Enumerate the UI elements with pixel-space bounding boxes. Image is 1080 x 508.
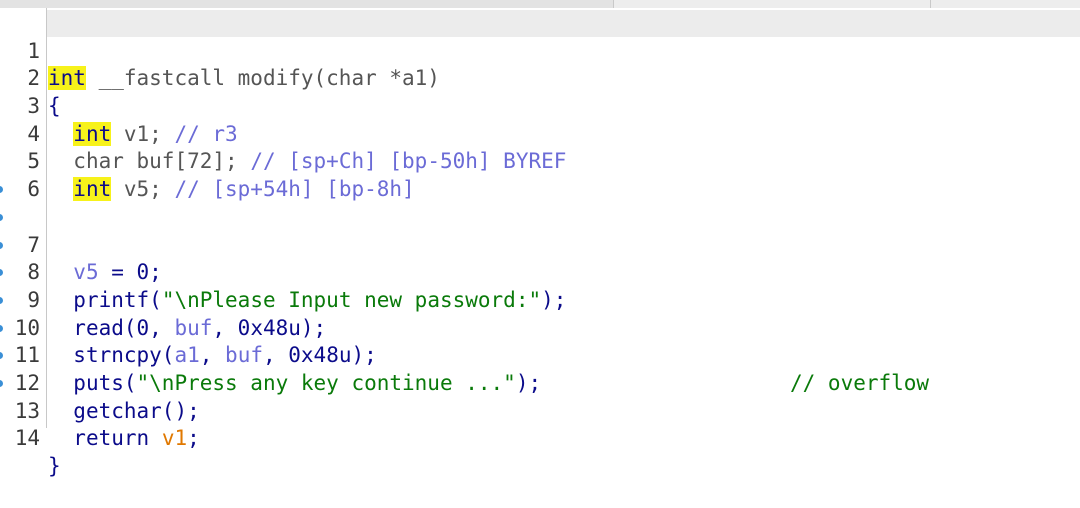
breakpoint-marker[interactable]	[0, 186, 3, 194]
breakpoint-marker[interactable]	[0, 379, 3, 387]
tab-active[interactable]	[0, 0, 614, 8]
code-line[interactable]: 1 int __fastcall modify(char *a1)	[0, 10, 1080, 91]
code-line[interactable]: 6	[0, 148, 1080, 201]
code-line[interactable]: 7 v5 = 0;	[0, 176, 1080, 284]
code-line[interactable]: 13 return v1;	[0, 342, 1080, 450]
statement-end: ;	[187, 426, 200, 451]
code-line[interactable]: 4 char buf[72]; // [sp+Ch] [bp-50h] BYRE…	[0, 93, 1080, 174]
code-line[interactable]: 8 printf("\nPlease Input new password:")…	[0, 204, 1080, 312]
code-line[interactable]: 3 int v1; // r3	[0, 65, 1080, 146]
code-line[interactable]: 11 puts("\nPress any key continue ...");	[0, 287, 1080, 395]
code-line[interactable]: 10 strncpy(a1, buf, 0x48u); // overflow	[0, 259, 1080, 395]
variable-v1[interactable]: v1	[162, 426, 187, 450]
breakpoint-marker[interactable]	[0, 324, 3, 332]
close-brace: }	[48, 454, 61, 479]
function-call-getchar[interactable]: getchar();	[73, 399, 199, 423]
code-line[interactable]: 5 int v5; // [sp+54h] [bp-8h]	[0, 121, 1080, 202]
breakpoint-marker[interactable]	[0, 241, 3, 249]
breakpoint-marker[interactable]	[0, 213, 3, 221]
tab-bar	[0, 0, 1080, 8]
code-line[interactable]: 9 read(0, buf, 0x48u);	[0, 232, 1080, 340]
keyword-return[interactable]: return	[73, 426, 162, 450]
tab-inactive[interactable]	[930, 0, 1080, 8]
line-number: 14	[14, 426, 40, 451]
breakpoint-marker[interactable]	[0, 269, 3, 277]
code-line[interactable]: 2 {	[0, 38, 1080, 118]
code-line[interactable]: 12 getchar();	[0, 315, 1080, 423]
breakpoint-marker[interactable]	[0, 296, 3, 304]
code-line[interactable]: 14 }	[0, 370, 1080, 478]
pseudocode-view[interactable]: 1 int __fastcall modify(char *a1) 2 { 3 …	[0, 10, 1080, 478]
breakpoint-marker[interactable]	[0, 352, 3, 360]
